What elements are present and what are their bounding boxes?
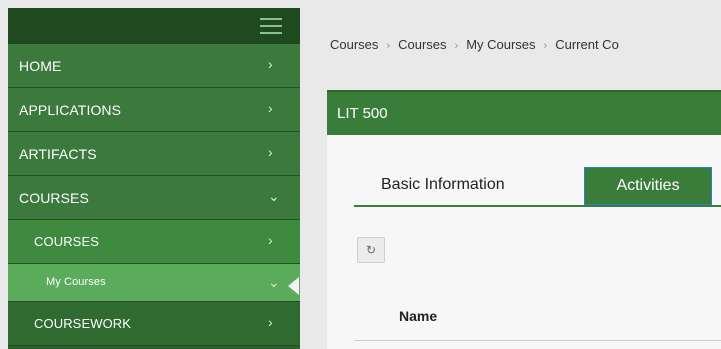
breadcrumb-item[interactable]: Current Co bbox=[555, 37, 619, 52]
tab-basic-information[interactable]: Basic Information bbox=[354, 167, 554, 203]
sidebar-subitem-my-courses[interactable]: My Courses ⌄ bbox=[8, 264, 300, 302]
sidebar-item-label: COURSEWORK bbox=[34, 316, 132, 331]
card-header: LIT 500 bbox=[327, 90, 721, 135]
hamburger-menu-icon[interactable] bbox=[260, 18, 282, 34]
chevron-right-icon: › bbox=[268, 144, 273, 160]
active-item-pointer bbox=[288, 277, 299, 295]
tab-bar: Basic Information Activities bbox=[354, 167, 721, 207]
chevron-down-icon: ⌄ bbox=[268, 274, 280, 290]
breadcrumb-item[interactable]: Courses bbox=[330, 37, 378, 52]
breadcrumb-separator-icon: › bbox=[543, 40, 548, 52]
page-title: LIT 500 bbox=[337, 105, 388, 122]
sidebar-item-label: HOME bbox=[19, 58, 62, 74]
sidebar-item-artifacts[interactable]: ARTIFACTS › bbox=[8, 132, 300, 176]
table-header-divider bbox=[354, 340, 721, 341]
sidebar-item-courses[interactable]: COURSES ⌄ bbox=[8, 176, 300, 220]
sidebar-item-label: COURSES bbox=[19, 190, 89, 206]
breadcrumb: Courses › Courses › My Courses › Current Co bbox=[330, 37, 619, 52]
chevron-right-icon: › bbox=[268, 232, 273, 248]
column-header-name[interactable]: Name bbox=[399, 308, 437, 324]
sidebar-subitem-coursework[interactable]: COURSEWORK › bbox=[8, 302, 300, 346]
breadcrumb-separator-icon: › bbox=[386, 40, 391, 52]
sidebar-header bbox=[8, 8, 300, 44]
sidebar-item-label: ARTIFACTS bbox=[19, 146, 97, 162]
breadcrumb-item[interactable]: Courses bbox=[398, 37, 446, 52]
chevron-down-icon: ⌄ bbox=[268, 188, 280, 204]
chevron-right-icon: › bbox=[268, 56, 273, 72]
sidebar-item-home[interactable]: HOME › bbox=[8, 44, 300, 88]
sidebar-item-applications[interactable]: APPLICATIONS › bbox=[8, 88, 300, 132]
breadcrumb-item[interactable]: My Courses bbox=[466, 37, 535, 52]
chevron-right-icon: › bbox=[268, 314, 273, 330]
refresh-button[interactable]: ↻ bbox=[357, 237, 385, 263]
sidebar-item-label: COURSES bbox=[34, 234, 99, 249]
sidebar: HOME › APPLICATIONS › ARTIFACTS › COURSE… bbox=[8, 8, 300, 349]
tab-activities[interactable]: Activities bbox=[584, 167, 712, 205]
sidebar-item-label: APPLICATIONS bbox=[19, 102, 122, 118]
chevron-right-icon: › bbox=[268, 100, 273, 116]
card-body: Basic Information Activities ↻ Name bbox=[327, 135, 721, 349]
sidebar-item-label: My Courses bbox=[46, 276, 106, 288]
breadcrumb-separator-icon: › bbox=[454, 40, 459, 52]
sidebar-subitem-courses[interactable]: COURSES › bbox=[8, 220, 300, 264]
refresh-icon: ↻ bbox=[365, 243, 377, 257]
